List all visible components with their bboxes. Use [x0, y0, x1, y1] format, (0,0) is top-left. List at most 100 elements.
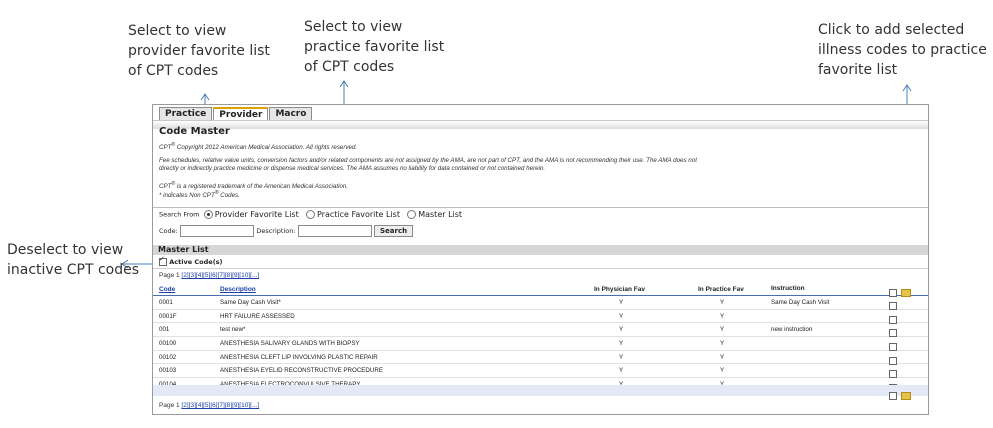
- copyright-text: Copyright 2012 American Medical Associat…: [175, 144, 358, 152]
- radio-practice-favorite[interactable]: [305, 210, 315, 219]
- row-in-practice-fav: Y: [720, 312, 725, 320]
- column-description[interactable]: Description: [220, 286, 256, 293]
- code-label: Code:: [159, 227, 178, 235]
- row-in-practice-fav: Y: [720, 353, 725, 361]
- pager-top: Page 1 [2][3][4][5][6][7][8][9][10][...]: [159, 272, 259, 279]
- row-description: Same Day Cash Visit*: [220, 299, 281, 306]
- header-band: [153, 120, 928, 129]
- page-link[interactable]: [2]: [181, 272, 188, 279]
- callout-add-line2: illness codes to practice: [818, 42, 987, 58]
- fee-line-2: directly or indirectly practice medicine…: [159, 165, 546, 172]
- search-fields-row: Code: Description: Search: [159, 225, 414, 237]
- page-label: Page 1: [159, 402, 180, 409]
- row-code: 001: [159, 326, 170, 334]
- row-in-practice-fav: Y: [720, 326, 725, 334]
- column-instruction: Instruction: [771, 285, 805, 292]
- master-list-header: Master List: [153, 245, 928, 255]
- table-header: Code Description In Physician Fav In Pra…: [153, 283, 928, 297]
- non-cpt-suffix: Codes.: [218, 192, 240, 200]
- page-title: Code Master: [159, 126, 230, 137]
- search-from-row: Search From Provider Favorite List Pract…: [159, 210, 465, 219]
- callout-practice-line1: Select to view: [304, 19, 403, 35]
- add-arrow-head: [902, 84, 912, 92]
- page-link[interactable]: [8]: [225, 272, 232, 279]
- cpt-symbol: CPT: [159, 144, 172, 152]
- callout-provider-line2: provider favorite list: [128, 43, 270, 59]
- page-link[interactable]: [...]: [250, 402, 259, 409]
- column-in-practice-fav: In Practice Fav: [698, 286, 744, 293]
- page-link[interactable]: [6]: [210, 272, 217, 279]
- row-in-practice-fav: Y: [720, 340, 725, 348]
- practice-arrow-head: [339, 80, 349, 88]
- page-label: Page 1: [159, 272, 180, 279]
- callout-practice-line3: of CPT codes: [304, 59, 395, 75]
- search-button[interactable]: Search: [374, 225, 414, 237]
- table-row: 0001 Same Day Cash Visit* Y Y Same Day C…: [153, 296, 928, 310]
- option-master-list: Master List: [418, 210, 463, 219]
- page-link[interactable]: [10]: [239, 272, 250, 279]
- divider: [153, 268, 928, 269]
- row-code: 0001: [159, 299, 173, 306]
- row-code: 00102: [159, 353, 177, 361]
- page-link[interactable]: [10]: [239, 402, 250, 409]
- callout-practice: Select to view practice favorite list of…: [304, 17, 444, 77]
- table-row: 00100 ANESTHESIA SALIVARY GLANDS WITH BI…: [153, 337, 928, 352]
- search-from-label: Search From: [159, 210, 200, 219]
- page-link[interactable]: [8]: [225, 402, 232, 409]
- description-input[interactable]: [297, 225, 372, 237]
- table-row: 00103 ANESTHESIA EYELID RECONSTRUCTIVE P…: [153, 364, 928, 379]
- option-provider-favorite: Provider Favorite List: [214, 210, 299, 219]
- row-in-practice-fav: Y: [720, 367, 725, 375]
- callout-provider-line3: of CPT codes: [128, 63, 219, 79]
- page-link[interactable]: [6]: [210, 402, 217, 409]
- page-link[interactable]: [7]: [218, 272, 225, 279]
- page-link[interactable]: [3]: [189, 272, 196, 279]
- callout-provider-line1: Select to view: [128, 23, 227, 39]
- table-footer: [153, 385, 928, 400]
- code-input[interactable]: [180, 225, 255, 237]
- provider-arrow-head: [200, 93, 210, 101]
- active-codes-checkbox[interactable]: [159, 255, 167, 266]
- page-link[interactable]: [2]: [181, 402, 188, 409]
- callout-deselect-line1: Deselect to view: [7, 242, 124, 258]
- row-description: ANESTHESIA EYELID RECONSTRUCTIVE PROCEDU…: [220, 367, 383, 375]
- footer-add-to-favorites-button[interactable]: [901, 387, 911, 405]
- row-instruction: new instruction: [771, 326, 813, 334]
- radio-master-list[interactable]: [407, 210, 417, 219]
- option-practice-favorite: Practice Favorite List: [316, 210, 400, 219]
- row-in-physician-fav: Y: [619, 326, 624, 334]
- checkbox-icon: [889, 391, 897, 400]
- description-label: Description:: [256, 227, 296, 235]
- copyright-line: CPT® Copyright 2012 American Medical Ass…: [159, 141, 357, 152]
- active-codes-row: Active Code(s): [159, 255, 223, 266]
- column-code[interactable]: Code: [159, 286, 175, 293]
- page-link[interactable]: [3]: [189, 402, 196, 409]
- callout-practice-line2: practice favorite list: [304, 39, 445, 55]
- row-code: 0001F: [159, 312, 177, 320]
- row-in-practice-fav: Y: [720, 299, 725, 306]
- callout-add-line3: favorite list: [818, 62, 898, 78]
- row-in-physician-fav: Y: [619, 340, 624, 348]
- row-in-physician-fav: Y: [619, 299, 624, 306]
- non-cpt-prefix: * indicates Non: [159, 192, 203, 200]
- row-in-physician-fav: Y: [619, 353, 624, 361]
- row-description: HRT FAILURE ASSESSED: [220, 312, 295, 320]
- page-link[interactable]: [7]: [218, 402, 225, 409]
- folder-icon: [901, 391, 911, 400]
- row-description: test new*: [220, 326, 246, 334]
- cpt-symbol: CPT: [202, 192, 215, 200]
- callout-deselect-line2: inactive CPT codes: [7, 262, 140, 278]
- row-description: ANESTHESIA CLEFT LIP INVOLVING PLASTIC R…: [220, 353, 378, 361]
- table-row: 00102 ANESTHESIA CLEFT LIP INVOLVING PLA…: [153, 351, 928, 365]
- non-cpt-line: * indicates Non CPT® Codes.: [159, 189, 240, 200]
- callout-add-line1: Click to add selected: [818, 22, 965, 38]
- row-code: 00100: [159, 340, 177, 348]
- row-in-physician-fav: Y: [619, 367, 624, 375]
- page-link[interactable]: [...]: [250, 272, 259, 279]
- code-master-panel: Practice Provider Macro Code Master CPT®…: [152, 104, 929, 415]
- row-description: ANESTHESIA SALIVARY GLANDS WITH BIOPSY: [220, 340, 360, 348]
- callout-add: Click to add selected illness codes to p…: [818, 20, 987, 80]
- row-in-physician-fav: Y: [619, 312, 624, 320]
- radio-provider-favorite[interactable]: [203, 210, 213, 219]
- footer-select-all-checkbox[interactable]: [889, 387, 897, 405]
